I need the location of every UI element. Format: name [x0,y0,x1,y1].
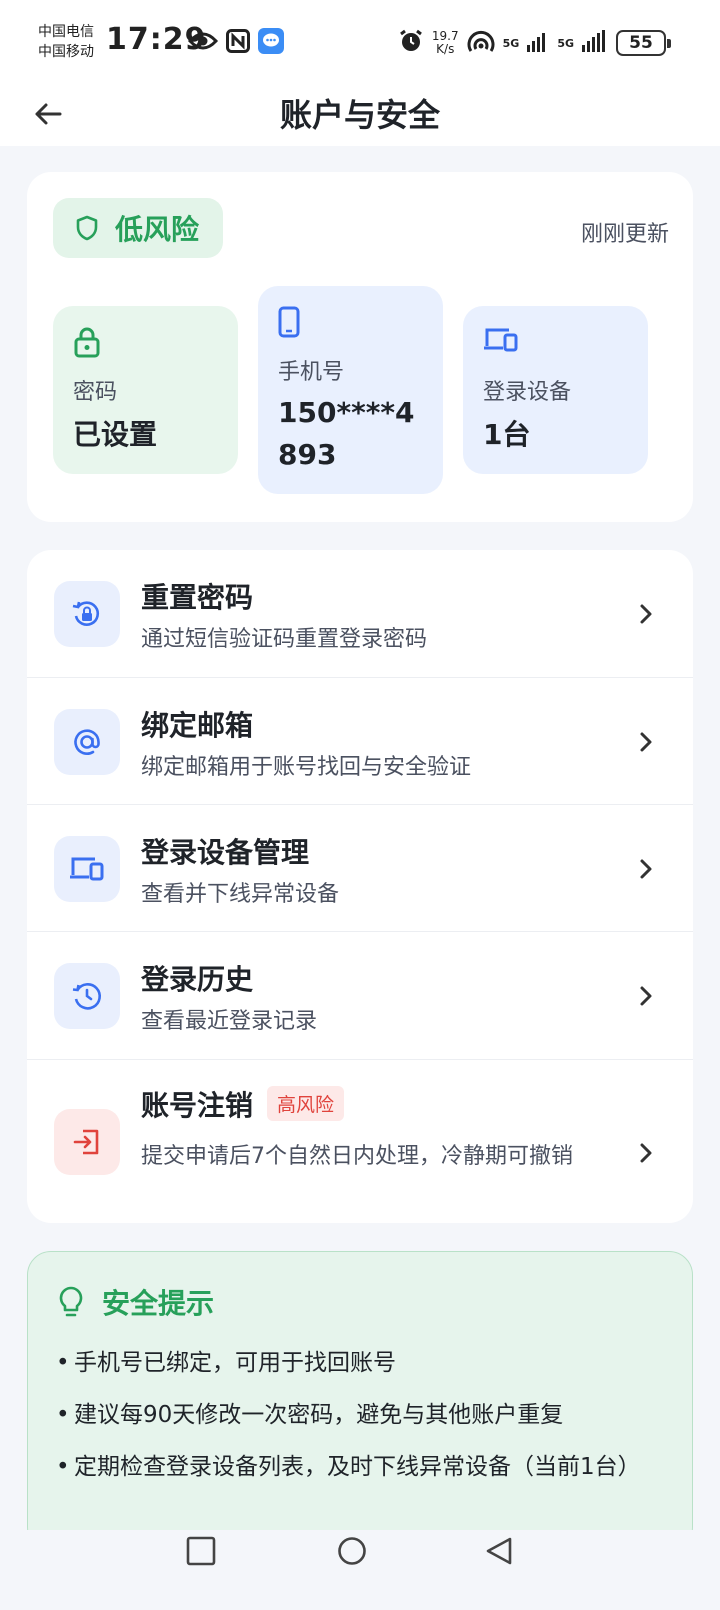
menu-item-login-history[interactable]: 登录历史 查看最近登录记录 [27,932,693,1060]
menu-item-title: 登录设备管理 [141,836,310,869]
page-title: 账户与安全 [279,96,440,134]
tip-item: 手机号已绑定，可用于找回账号 [56,1344,676,1382]
net-speed-unit: K/s [436,42,455,56]
tip-item: 定期检查登录设备列表，及时下线异常设备（当前1台） [56,1448,676,1486]
signal-1-label: 5G [502,36,520,50]
history-icon [54,963,120,1029]
menu-item-title: 账号注销 高风险 [141,1084,345,1124]
net-speed: 19.7 K/s [432,30,459,56]
hotspot-icon [467,29,495,57]
tips-list: 手机号已绑定，可用于找回账号 建议每90天修改一次密码，避免与其他账户重复 定期… [56,1344,676,1500]
signal-bars-2-icon [582,30,608,56]
phone-label: 手机号 [278,360,345,385]
status-icons-right: 19.7 K/s 5G 5G 55 [398,28,671,58]
chevron-right-icon [640,604,652,624]
status-bar: 中国电信 中国移动 17:29 19.7 K/s 5G 5G 55 [0,0,720,80]
signal-2-label: 5G [557,36,574,50]
chevron-right-icon [640,732,652,752]
tip-item: 建议每90天修改一次密码，避免与其他账户重复 [56,1396,676,1434]
phone-value: 150****4893 [278,396,415,471]
menu-item-desc: 提交申请后7个自然日内处理，冷静期可撤销 [141,1144,573,1169]
chevron-right-icon [640,1143,652,1163]
menu-item-desc: 查看并下线异常设备 [141,882,340,907]
menu-item-device-management[interactable]: 登录设备管理 查看并下线异常设备 [27,805,693,932]
password-stat-tile[interactable]: 密码 已设置 [53,306,238,474]
menu-item-title-text: 账号注销 [141,1089,254,1122]
menu-item-desc: 通过短信验证码重置登录密码 [141,627,428,652]
updated-time: 刚刚更新 [580,222,669,247]
nav-bar: 账户与安全 [0,80,720,146]
chevron-right-icon [640,986,652,1006]
password-value: 已设置 [73,418,158,451]
security-menu-list: 重置密码 通过短信验证码重置登录密码 绑定邮箱 绑定邮箱用于账号找回与安全验证 … [27,550,693,1223]
security-overview-card: 低风险 刚刚更新 密码 已设置 手机号 150****4893 登录设备 1台 [27,172,693,522]
recent-apps-button[interactable] [186,1536,216,1566]
reset-lock-icon [54,581,120,647]
device-label: 登录设备 [483,380,572,405]
password-label: 密码 [73,380,118,405]
shield-icon [76,215,98,241]
message-app-icon [258,28,284,58]
carrier-info: 中国电信 中国移动 [38,22,94,62]
devices-icon [484,328,518,352]
system-nav-bar [0,1530,720,1610]
at-sign-icon [54,709,120,775]
device-stat-tile[interactable]: 登录设备 1台 [463,306,648,474]
phone-icon [278,306,300,338]
nfc-icon [226,29,250,57]
menu-item-title: 登录历史 [141,963,254,996]
menu-item-bind-email[interactable]: 绑定邮箱 绑定邮箱用于账号找回与安全验证 [27,678,693,805]
battery-level: 55 [629,33,653,53]
menu-item-delete-account[interactable]: 账号注销 高风险 提交申请后7个自然日内处理，冷静期可撤销 [27,1060,693,1223]
home-button[interactable] [337,1536,367,1566]
risk-level-label: 低风险 [115,213,200,246]
lightbulb-icon [59,1286,83,1317]
logout-icon [54,1109,120,1175]
menu-item-reset-password[interactable]: 重置密码 通过短信验证码重置登录密码 [27,550,693,678]
security-tips-card: 安全提示 手机号已绑定，可用于找回账号 建议每90天修改一次密码，避免与其他账户… [27,1251,693,1551]
carrier-2: 中国移动 [38,44,94,60]
alarm-icon [398,28,424,58]
menu-item-desc: 查看最近登录记录 [141,1009,318,1034]
high-risk-badge: 高风险 [267,1086,345,1121]
tips-title: 安全提示 [102,1287,215,1320]
menu-item-title: 绑定邮箱 [141,709,254,742]
chevron-right-icon [640,859,652,879]
carrier-1: 中国电信 [38,24,94,40]
battery-indicator: 55 [616,30,671,56]
lock-icon [74,327,100,358]
device-value: 1台 [483,418,531,451]
back-nav-button[interactable] [484,1536,514,1566]
menu-item-title: 重置密码 [141,581,254,614]
signal-bars-1-icon [527,30,549,56]
risk-level-chip: 低风险 [53,198,223,258]
phone-stat-tile[interactable]: 手机号 150****4893 [258,286,443,494]
status-icons-left [187,28,284,58]
devices-icon [54,836,120,902]
menu-item-desc: 绑定邮箱用于账号找回与安全验证 [141,755,472,780]
eye-icon [187,30,219,56]
